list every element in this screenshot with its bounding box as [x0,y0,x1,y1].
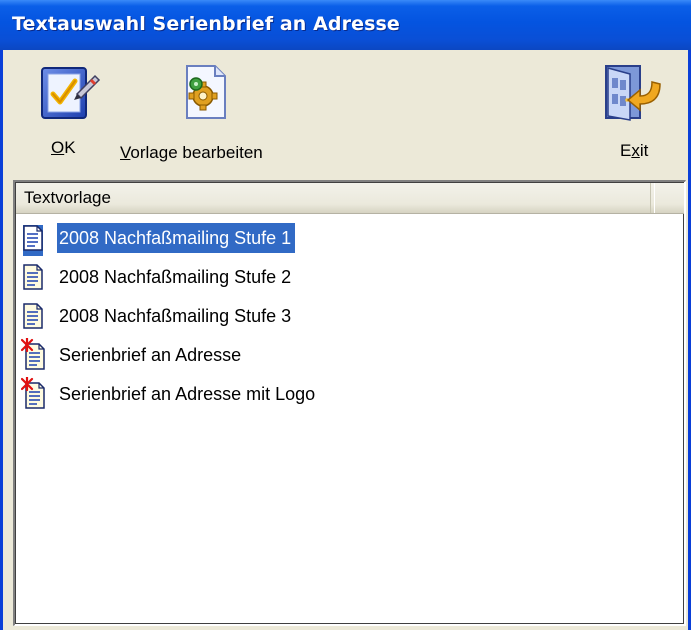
window-title: Textauswahl Serienbrief an Adresse [12,13,400,35]
exit-button[interactable]: Exit [599,64,669,174]
ok-button[interactable]: OK [31,64,111,174]
exit-label: Exit [620,141,649,160]
list-rows: 2008 Nachfaßmailing Stufe 1 2008 Nachfaß… [20,220,651,415]
list-item-label: Serienbrief an Adresse [59,345,242,365]
list-item[interactable]: 2008 Nachfaßmailing Stufe 3 [21,298,651,337]
list-item-label: 2008 Nachfaßmailing Stufe 2 [59,267,292,287]
checklist-pen-icon [39,64,101,125]
ok-label: OK [51,138,76,157]
list-item[interactable]: 2008 Nachfaßmailing Stufe 1 [21,220,651,259]
list-item[interactable]: Serienbrief an Adresse [20,337,651,376]
list-header: Textvorlage [16,183,684,214]
document-icon [23,225,43,256]
template-list[interactable]: Textvorlage 2008 Nachfaßmailing Stufe 1 … [13,180,686,626]
exit-door-icon [602,62,662,127]
list-item-label: 2008 Nachfaßmailing Stufe 1 [57,223,296,253]
serial-letter-document-icon [20,337,47,375]
title-bar[interactable]: Textauswahl Serienbrief an Adresse [0,0,691,50]
column-header-label: Textvorlage [24,188,111,207]
toolbar: OK Vorlage bearbeiten Exit [3,50,688,176]
dialog-window: Textauswahl Serienbrief an Adresse OK Vo… [0,0,691,630]
list-item[interactable]: Serienbrief an Adresse mit Logo [20,376,651,415]
column-header-empty[interactable] [654,183,684,213]
edit-template-label: Vorlage bearbeiten [120,143,263,162]
edit-template-button[interactable]: Vorlage bearbeiten [115,64,305,174]
serial-letter-document-icon [20,376,47,414]
column-header-textvorlage[interactable]: Textvorlage [16,183,651,213]
list-item[interactable]: 2008 Nachfaßmailing Stufe 2 [21,259,651,298]
document-icon [23,264,43,295]
list-item-label: Serienbrief an Adresse mit Logo [59,384,316,404]
list-item-label: 2008 Nachfaßmailing Stufe 3 [59,306,292,326]
document-icon [23,303,43,334]
document-gear-icon [183,64,229,125]
